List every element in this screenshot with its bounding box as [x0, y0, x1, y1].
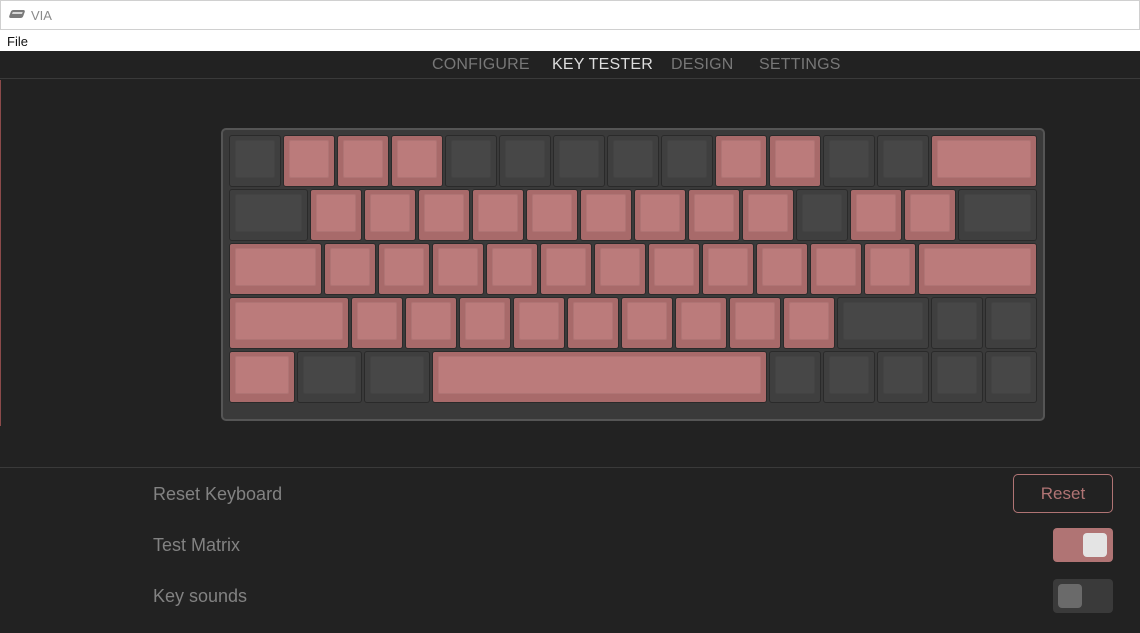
key-r3-13 — [917, 243, 1037, 295]
key-r1-5 — [445, 135, 497, 187]
key-r4-11 — [836, 297, 929, 349]
key-r1-1 — [229, 135, 281, 187]
tab-design[interactable]: DESIGN — [671, 56, 734, 74]
key-r3-8 — [647, 243, 700, 295]
key-r1-14 — [931, 135, 1037, 187]
key-r5-1 — [229, 351, 295, 403]
key-r2-11 — [796, 189, 848, 241]
key-r1-3 — [337, 135, 389, 187]
window-title: VIA — [31, 8, 52, 23]
menu-bar: File — [0, 30, 1140, 51]
key-r4-7 — [620, 297, 673, 349]
key-r5-4 — [431, 351, 767, 403]
key-r4-1 — [229, 297, 349, 349]
key-r3-1 — [229, 243, 322, 295]
key-r3-6 — [539, 243, 592, 295]
key-r3-7 — [593, 243, 646, 295]
key-r4-5 — [512, 297, 565, 349]
test-matrix-label: Test Matrix — [153, 535, 241, 555]
key-r2-6 — [526, 189, 578, 241]
accent-edge — [0, 80, 1, 426]
title-bar: VIA — [0, 0, 1140, 30]
toggle-knob — [1083, 533, 1107, 557]
key-r5-3 — [364, 351, 430, 403]
key-r1-8 — [607, 135, 659, 187]
key-r2-10 — [742, 189, 794, 241]
key-r2-8 — [634, 189, 686, 241]
nav-bar: CONFIGURE KEY TESTER DESIGN SETTINGS — [0, 51, 1140, 79]
key-r4-10 — [782, 297, 835, 349]
key-r1-4 — [391, 135, 443, 187]
key-r5-6 — [823, 351, 875, 403]
reset-keyboard-label: Reset Keyboard — [153, 484, 283, 504]
toggle-knob — [1058, 584, 1082, 608]
key-r1-10 — [715, 135, 767, 187]
key-r2-9 — [688, 189, 740, 241]
key-r3-5 — [485, 243, 538, 295]
key-r5-2 — [296, 351, 362, 403]
key-r1-9 — [661, 135, 713, 187]
key-r1-6 — [499, 135, 551, 187]
key-r5-5 — [769, 351, 821, 403]
tab-settings[interactable]: SETTINGS — [759, 56, 841, 74]
key-r5-8 — [931, 351, 983, 403]
key-r3-4 — [431, 243, 484, 295]
tab-key-tester[interactable]: KEY TESTER — [552, 56, 653, 74]
app-content: CONFIGURE KEY TESTER DESIGN SETTINGS Res… — [0, 51, 1140, 633]
key-r3-3 — [377, 243, 430, 295]
tab-configure[interactable]: CONFIGURE — [432, 56, 530, 74]
keyboard-layout — [221, 128, 1045, 421]
key-r1-12 — [823, 135, 875, 187]
key-r4-6 — [566, 297, 619, 349]
key-r2-5 — [472, 189, 524, 241]
key-r4-13 — [985, 297, 1037, 349]
key-r2-2 — [310, 189, 362, 241]
key-r3-11 — [809, 243, 862, 295]
key-sounds-label: Key sounds — [153, 586, 248, 606]
key-r2-3 — [364, 189, 416, 241]
key-r3-10 — [755, 243, 808, 295]
key-r4-9 — [728, 297, 781, 349]
key-r3-9 — [701, 243, 754, 295]
key-r1-7 — [553, 135, 605, 187]
key-r4-8 — [674, 297, 727, 349]
key-r4-4 — [458, 297, 511, 349]
key-r2-14 — [958, 189, 1037, 241]
key-r4-3 — [404, 297, 457, 349]
test-matrix-toggle[interactable] — [1053, 528, 1113, 562]
key-r2-4 — [418, 189, 470, 241]
section-divider — [0, 467, 1140, 468]
key-r1-11 — [769, 135, 821, 187]
key-r3-2 — [323, 243, 376, 295]
key-sounds-toggle[interactable] — [1053, 579, 1113, 613]
key-r2-12 — [850, 189, 902, 241]
key-r5-7 — [877, 351, 929, 403]
reset-button[interactable]: Reset — [1013, 474, 1113, 513]
key-r2-1 — [229, 189, 308, 241]
key-r5-9 — [985, 351, 1037, 403]
key-r4-12 — [931, 297, 983, 349]
key-r4-2 — [350, 297, 403, 349]
menu-file[interactable]: File — [7, 34, 28, 49]
key-r1-13 — [877, 135, 929, 187]
key-r2-7 — [580, 189, 632, 241]
key-r3-12 — [863, 243, 916, 295]
key-r2-13 — [904, 189, 956, 241]
keyboard-app-icon — [8, 10, 26, 18]
key-r1-2 — [283, 135, 335, 187]
